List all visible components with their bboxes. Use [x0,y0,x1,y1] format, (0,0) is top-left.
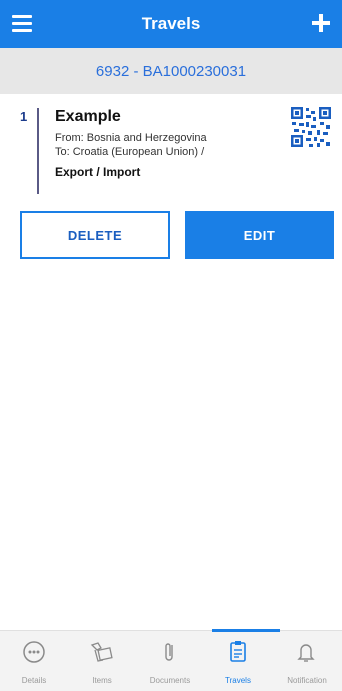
page-title: Travels [141,14,201,33]
document-code: 6932 - BA1000230031 [95,62,247,80]
nav-label-details: Details [21,676,47,685]
card-divider [37,108,39,194]
nav-item-items[interactable]: Items [68,631,136,691]
add-icon[interactable] [308,10,334,36]
bottom-navigation: Details Items Documents Travels Notifica… [0,629,342,691]
box-icon [90,642,113,662]
travel-title: Example [55,108,121,125]
nav-item-notification[interactable]: Notification [272,631,342,691]
paperclip-icon [165,643,173,661]
travel-index: 1 [20,109,28,124]
bell-icon [297,644,315,662]
nav-label-notification: Notification [287,676,327,685]
delete-button[interactable]: DELETE [20,211,170,259]
edit-button[interactable]: EDIT [185,211,334,259]
nav-label-documents: Documents [149,676,191,685]
more-horizontal-icon [23,641,45,663]
nav-label-travels: Travels [225,676,251,685]
clipboard-icon [230,641,246,662]
qr-code-icon[interactable] [290,106,332,148]
app-header: Travels [0,0,342,48]
nav-item-details[interactable]: Details [0,631,68,691]
nav-item-travels[interactable]: Travels [204,631,272,691]
travel-card[interactable]: 1 Example From: Bosnia and Herzegovina T… [20,106,332,194]
travel-from: From: Bosnia and Herzegovina [55,132,207,144]
travel-type: Export / Import [55,165,141,179]
travel-to: To: Croatia (European Union) / [55,146,205,158]
document-code-bar: 6932 - BA1000230031 [0,48,342,94]
nav-label-items: Items [92,676,112,685]
nav-item-documents[interactable]: Documents [136,631,204,691]
